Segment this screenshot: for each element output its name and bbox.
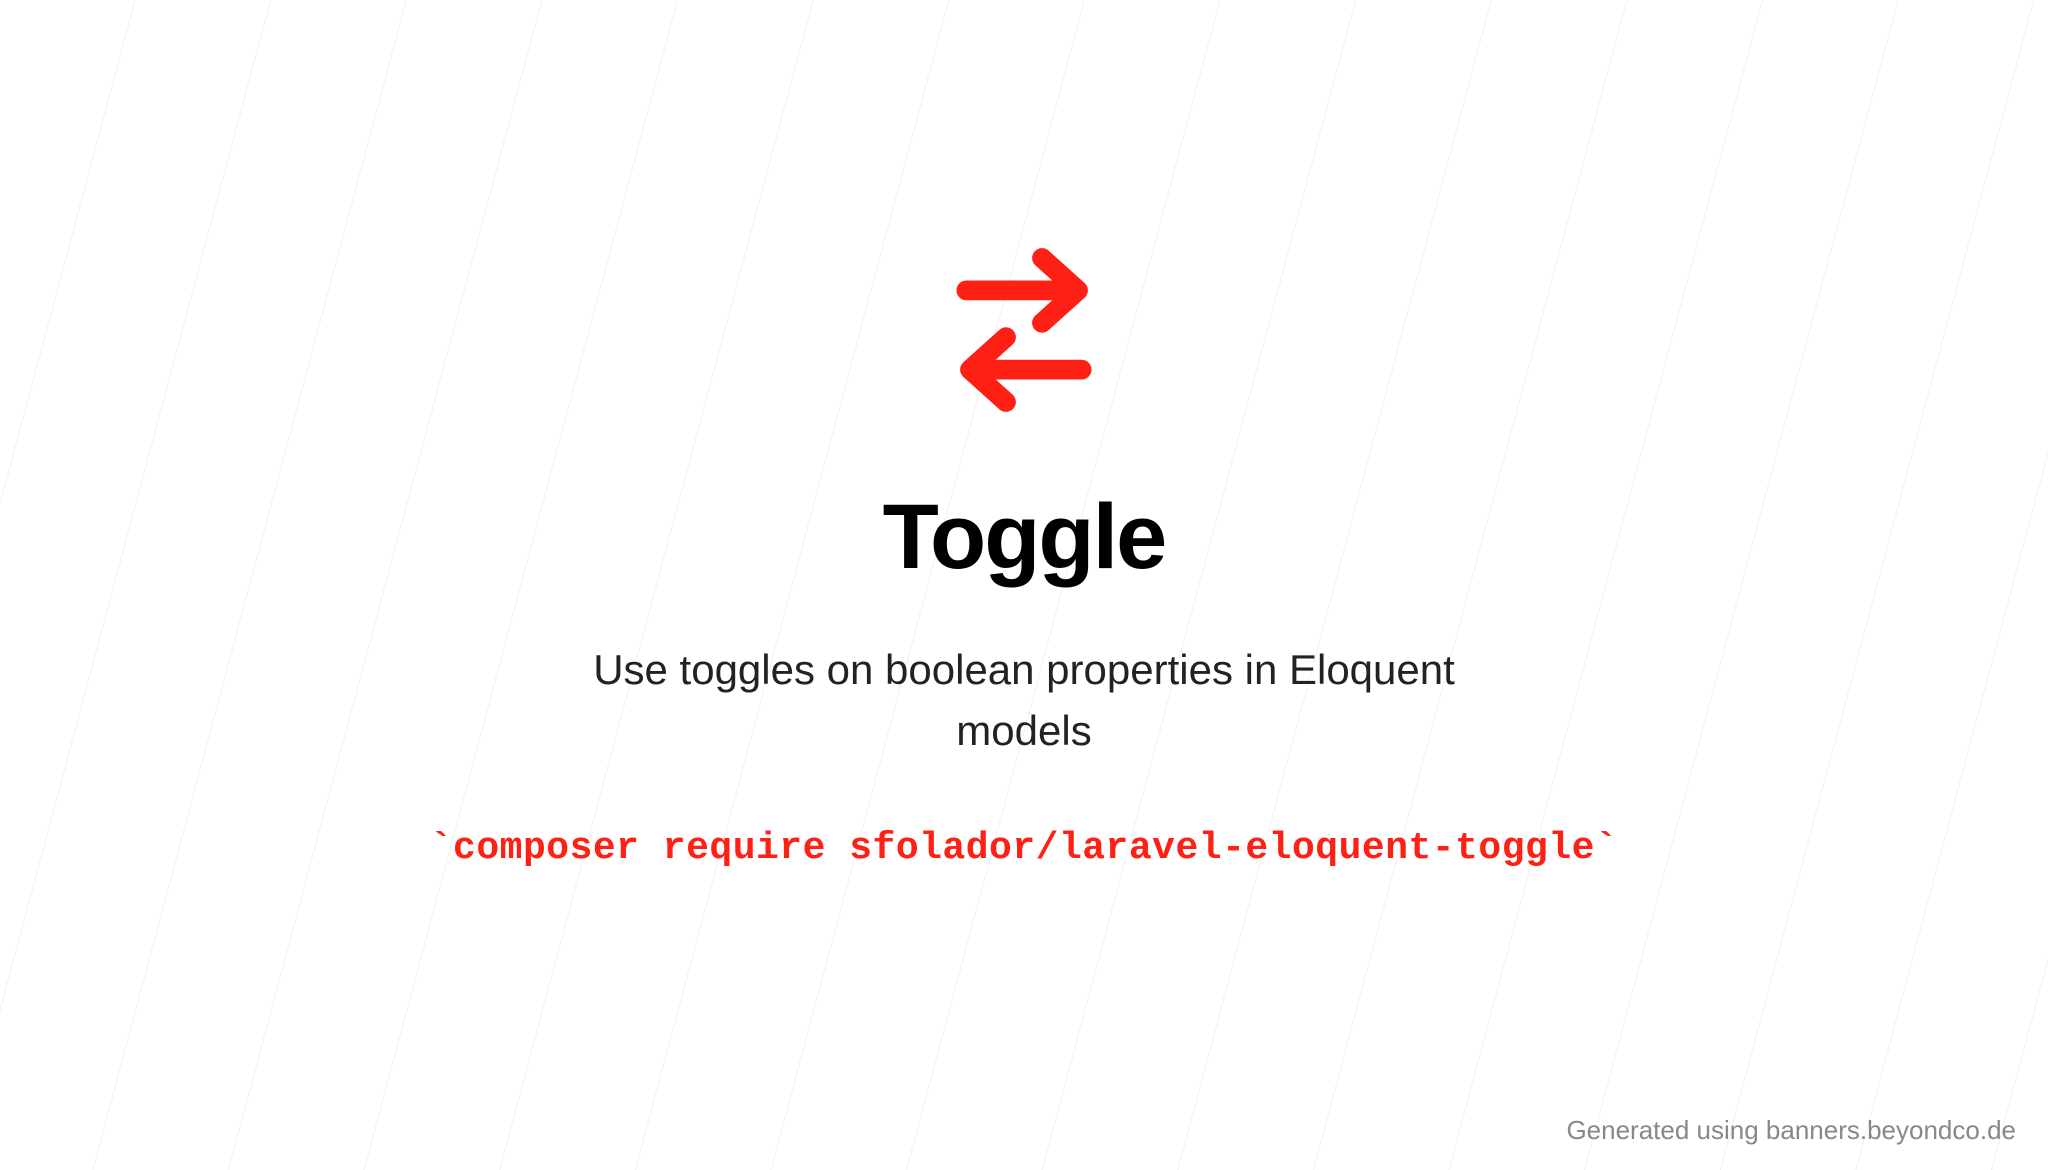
- attribution-text: Generated using banners.beyondco.de: [1566, 1115, 2016, 1146]
- banner-title: Toggle: [883, 485, 1166, 590]
- install-command: `composer require sfolador/laravel-eloqu…: [430, 827, 1619, 870]
- banner-subtitle: Use toggles on boolean properties in Elo…: [574, 640, 1474, 762]
- swap-arrows-icon: [934, 240, 1114, 425]
- banner-content: Toggle Use toggles on boolean properties…: [0, 0, 2048, 1170]
